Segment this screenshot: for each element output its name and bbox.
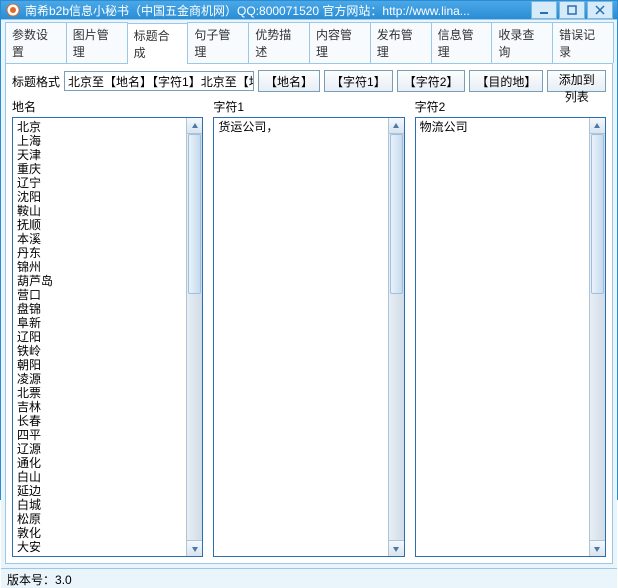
list-item[interactable]: 朝阳 — [17, 358, 182, 372]
scroll-down-button[interactable] — [389, 540, 404, 556]
tab-strip: 参数设置图片管理标题合成句子管理优势描述内容管理发布管理信息管理收录查询错误记录 — [1, 22, 617, 63]
scroll-up-button[interactable] — [389, 118, 404, 134]
list-item[interactable]: 铁岭 — [17, 344, 182, 358]
columns: 地名北京上海天津重庆辽宁沈阳鞍山抚顺本溪丹东锦州葫芦岛营口盘锦阜新辽阳铁岭朝阳凌… — [12, 98, 606, 557]
list-item[interactable]: 盘锦 — [17, 302, 182, 316]
list-item[interactable]: 通化 — [17, 456, 182, 470]
list-item[interactable]: 锦州 — [17, 260, 182, 274]
list-item[interactable]: 北京 — [17, 120, 182, 134]
column-header: 字符1 — [213, 98, 404, 115]
app-window: 南希b2b信息小秘书（中国五金商机网）QQ:800071520 官方网站：htt… — [0, 0, 618, 500]
scroll-up-button[interactable] — [187, 118, 202, 134]
listbox-wrap: 北京上海天津重庆辽宁沈阳鞍山抚顺本溪丹东锦州葫芦岛营口盘锦阜新辽阳铁岭朝阳凌源北… — [12, 117, 203, 557]
list-item[interactable]: 延边 — [17, 484, 182, 498]
list-item[interactable]: 丹东 — [17, 246, 182, 260]
vertical-scrollbar[interactable] — [186, 118, 202, 556]
titlebar: 南希b2b信息小秘书（中国五金商机网）QQ:800071520 官方网站：htt… — [1, 1, 617, 19]
vertical-scrollbar[interactable] — [388, 118, 404, 556]
insert-placename-button[interactable]: 【地名】 — [258, 70, 320, 92]
column-2: 字符2 物流公司 — [415, 98, 606, 557]
format-label: 标题格式 — [12, 73, 60, 90]
insert-char2-button[interactable]: 【字符2】 — [397, 70, 466, 92]
column-1: 字符1 货运公司， — [213, 98, 404, 557]
list-item[interactable]: 上海 — [17, 134, 182, 148]
list-item[interactable]: 营口 — [17, 288, 182, 302]
listbox[interactable]: 货运公司， — [214, 118, 387, 556]
version-label: 版本号： — [7, 573, 55, 587]
tab-5[interactable]: 内容管理 — [309, 22, 371, 63]
list-item[interactable]: 辽阳 — [17, 330, 182, 344]
tab-body: 标题格式 北京至【地名】【字符1】北京至【地名】【 【地名】 【字符1】 【字符… — [5, 63, 613, 564]
scroll-up-button[interactable] — [590, 118, 605, 134]
list-item[interactable]: 白城 — [17, 498, 182, 512]
list-item[interactable]: 沈阳 — [17, 190, 182, 204]
tab-2[interactable]: 标题合成 — [127, 23, 189, 64]
list-item[interactable]: 长春 — [17, 414, 182, 428]
client-area: 参数设置图片管理标题合成句子管理优势描述内容管理发布管理信息管理收录查询错误记录… — [1, 19, 617, 588]
list-item[interactable]: 阜新 — [17, 316, 182, 330]
version-value: 3.0 — [55, 573, 72, 587]
window-title: 南希b2b信息小秘书（中国五金商机网）QQ:800071520 官方网站：htt… — [25, 2, 531, 19]
list-item[interactable]: 吉林 — [17, 400, 182, 414]
insert-char1-button[interactable]: 【字符1】 — [324, 70, 393, 92]
format-input[interactable]: 北京至【地名】【字符1】北京至【地名】【 — [64, 71, 254, 91]
scroll-thumb[interactable] — [591, 134, 604, 294]
list-item[interactable]: 北票 — [17, 386, 182, 400]
add-to-list-button[interactable]: 添加到列表 — [547, 70, 606, 92]
list-item[interactable]: 本溪 — [17, 232, 182, 246]
column-0: 地名北京上海天津重庆辽宁沈阳鞍山抚顺本溪丹东锦州葫芦岛营口盘锦阜新辽阳铁岭朝阳凌… — [12, 98, 203, 557]
tab-7[interactable]: 信息管理 — [431, 22, 493, 63]
status-bar: 版本号：3.0 — [1, 568, 617, 588]
tab-9[interactable]: 错误记录 — [552, 22, 614, 63]
list-item[interactable]: 鞍山 — [17, 204, 182, 218]
list-item[interactable]: 松原 — [17, 512, 182, 526]
list-item[interactable]: 大安 — [17, 540, 182, 554]
scroll-thumb[interactable] — [188, 134, 201, 294]
listbox[interactable]: 北京上海天津重庆辽宁沈阳鞍山抚顺本溪丹东锦州葫芦岛营口盘锦阜新辽阳铁岭朝阳凌源北… — [13, 118, 186, 556]
list-item[interactable]: 葫芦岛 — [17, 274, 182, 288]
listbox-wrap: 货运公司， — [213, 117, 404, 557]
minimize-button[interactable] — [531, 1, 557, 19]
column-header: 字符2 — [415, 98, 606, 115]
tab-3[interactable]: 句子管理 — [187, 22, 249, 63]
tab-4[interactable]: 优势描述 — [248, 22, 310, 63]
scroll-thumb[interactable] — [390, 134, 403, 294]
tab-1[interactable]: 图片管理 — [66, 22, 128, 63]
window-buttons — [531, 1, 613, 19]
format-row: 标题格式 北京至【地名】【字符1】北京至【地名】【 【地名】 【字符1】 【字符… — [12, 70, 606, 92]
list-item[interactable]: 四平 — [17, 428, 182, 442]
column-header: 地名 — [12, 98, 203, 115]
list-item[interactable]: 抚顺 — [17, 218, 182, 232]
list-item[interactable]: 物流公司 — [420, 120, 585, 134]
listbox[interactable]: 物流公司 — [416, 118, 589, 556]
list-item[interactable]: 辽源 — [17, 442, 182, 456]
list-item[interactable]: 天津 — [17, 148, 182, 162]
maximize-button[interactable] — [559, 1, 585, 19]
tab-0[interactable]: 参数设置 — [5, 22, 67, 63]
list-item[interactable]: 敦化 — [17, 526, 182, 540]
list-item[interactable]: 白山 — [17, 470, 182, 484]
insert-destination-button[interactable]: 【目的地】 — [469, 70, 543, 92]
list-item[interactable]: 重庆 — [17, 162, 182, 176]
tab-8[interactable]: 收录查询 — [491, 22, 553, 63]
list-item[interactable]: 辽宁 — [17, 176, 182, 190]
close-button[interactable] — [587, 1, 613, 19]
list-item[interactable]: 凌源 — [17, 372, 182, 386]
vertical-scrollbar[interactable] — [589, 118, 605, 556]
tab-6[interactable]: 发布管理 — [370, 22, 432, 63]
list-item[interactable]: 货运公司， — [218, 120, 383, 134]
app-icon — [5, 2, 21, 18]
scroll-down-button[interactable] — [590, 540, 605, 556]
scroll-down-button[interactable] — [187, 540, 202, 556]
listbox-wrap: 物流公司 — [415, 117, 606, 557]
